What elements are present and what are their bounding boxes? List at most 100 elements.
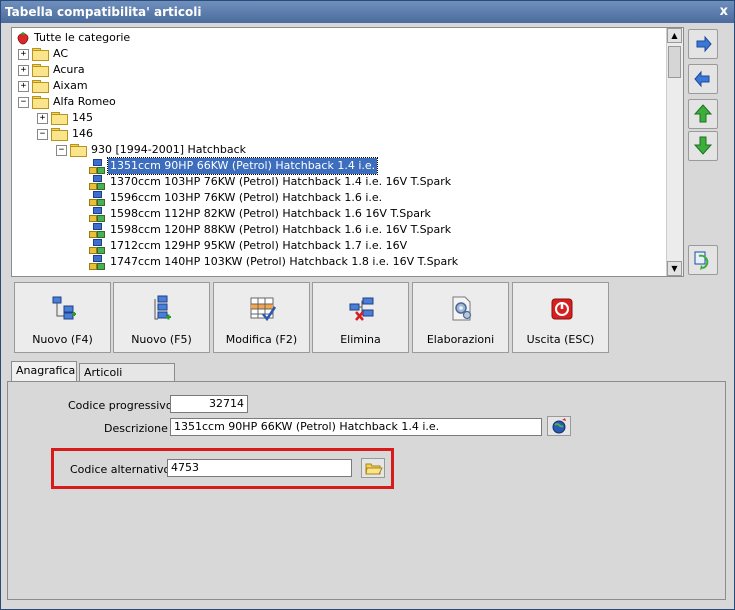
tree-node-ac[interactable]: + AC: [12, 46, 312, 62]
folder-open-icon: [365, 463, 383, 475]
tree-node-acura[interactable]: + Acura: [12, 62, 312, 78]
tab-articoli-collegati[interactable]: Articoli collegati: [79, 363, 175, 397]
elaborazioni-label: Elaborazioni: [426, 333, 495, 346]
codice-alternativo-field[interactable]: 4753: [167, 459, 352, 477]
nuovo-f4-button[interactable]: Nuovo (F4): [14, 282, 111, 353]
new-child-node-icon: [154, 295, 171, 320]
network-node-icon: [89, 175, 105, 190]
power-exit-icon: [551, 298, 573, 320]
network-node-icon: [89, 239, 105, 254]
tree-leaf-item[interactable]: 1598ccm 112HP 82KW (Petrol) Hatchback 1.…: [12, 206, 612, 222]
new-tree-node-icon: [52, 296, 76, 320]
folder-icon: [32, 96, 49, 109]
category-tree[interactable]: Tutte le categorie + AC + Acura + Aixam: [11, 27, 684, 277]
descrizione-label: Descrizione :: [104, 422, 176, 435]
tree-node-aixam[interactable]: + Aixam: [12, 78, 312, 94]
nuovo-f4-label: Nuovo (F4): [32, 333, 93, 346]
collapse-icon[interactable]: −: [56, 145, 67, 156]
move-left-button[interactable]: [688, 64, 718, 94]
modifica-label: Modifica (F2): [225, 333, 298, 346]
tab-anagrafica[interactable]: Anagrafica: [11, 361, 77, 382]
uscita-label: Uscita (ESC): [526, 333, 595, 346]
network-node-icon: [89, 191, 105, 206]
folder-icon: [51, 128, 68, 141]
nuovo-f5-button[interactable]: Nuovo (F5): [113, 282, 210, 353]
tree-leaf-item[interactable]: 1596ccm 103HP 76KW (Petrol) Hatchback 1.…: [12, 190, 612, 206]
tree-leaf-label: 1596ccm 103HP 76KW (Petrol) Hatchback 1.…: [110, 191, 383, 204]
tree-node-930-hatchback[interactable]: − 930 [1994-2001] Hatchback: [12, 142, 412, 158]
tree-leaf-label: 1747ccm 140HP 103KW (Petrol) Hatchback 1…: [110, 255, 459, 268]
window-title: Tabella compatibilita' articoli: [5, 5, 202, 19]
scroll-down-icon[interactable]: ▼: [667, 261, 682, 276]
strawberry-icon: [17, 32, 29, 45]
tree-leaf-label-selected: 1351ccm 90HP 66KW (Petrol) Hatchback 1.4…: [106, 157, 379, 175]
expand-icon[interactable]: +: [18, 81, 29, 92]
folder-icon: [32, 48, 49, 61]
title-bar: Tabella compatibilita' articoli x: [1, 1, 734, 23]
close-icon[interactable]: x: [720, 1, 728, 23]
arrow-left-icon: [694, 70, 710, 88]
tree-root-label: Tutte le categorie: [34, 31, 131, 44]
tree-leaf-label: 1712ccm 129HP 95KW (Petrol) Hatchback 1.…: [110, 239, 408, 252]
anagrafica-panel: [7, 381, 726, 600]
tree-node-label: 930 [1994-2001] Hatchback: [91, 143, 247, 156]
move-down-button[interactable]: [688, 131, 718, 161]
folder-icon: [32, 80, 49, 93]
network-node-icon: [89, 207, 105, 222]
delete-node-icon: [349, 297, 374, 321]
edit-grid-icon: [250, 297, 277, 322]
network-node-icon: [89, 159, 105, 174]
tree-leaf-item[interactable]: 1747ccm 140HP 103KW (Petrol) Hatchback 1…: [12, 254, 612, 270]
folder-icon: [70, 144, 87, 157]
uscita-button[interactable]: Uscita (ESC): [512, 282, 609, 353]
modifica-button[interactable]: Modifica (F2): [213, 282, 310, 353]
network-node-icon: [89, 255, 105, 270]
tree-node-label: 145: [72, 111, 93, 124]
collapse-icon[interactable]: −: [18, 97, 29, 108]
elimina-label: Elimina: [340, 333, 381, 346]
elimina-button[interactable]: Elimina: [312, 282, 409, 353]
codice-alternativo-label: Codice alternativo :: [70, 463, 178, 476]
move-right-button[interactable]: [688, 29, 718, 59]
nuovo-f5-label: Nuovo (F5): [131, 333, 192, 346]
move-up-button[interactable]: [688, 99, 718, 129]
codice-alternativo-browse-button[interactable]: [361, 458, 385, 478]
tree-node-alfa-romeo[interactable]: − Alfa Romeo: [12, 94, 312, 110]
tree-node-146[interactable]: − 146: [12, 126, 312, 142]
collapse-icon[interactable]: −: [37, 129, 48, 140]
arrow-down-icon: [693, 136, 713, 155]
tree-node-label: Aixam: [53, 79, 88, 92]
tree-node-145[interactable]: + 145: [12, 110, 312, 126]
network-node-icon: [89, 223, 105, 238]
expand-icon[interactable]: +: [18, 49, 29, 60]
tree-node-label: AC: [53, 47, 69, 60]
tree-leaf-item[interactable]: 1712ccm 129HP 95KW (Petrol) Hatchback 1.…: [12, 238, 612, 254]
tree-leaf-label: 1598ccm 120HP 88KW (Petrol) Hatchback 1.…: [110, 223, 452, 236]
process-gears-icon: [452, 296, 472, 321]
tree-scrollbar[interactable]: ▲ ▼: [666, 28, 683, 276]
tree-node-label: Acura: [53, 63, 85, 76]
scrollbar-thumb[interactable]: [668, 46, 681, 78]
expand-icon[interactable]: +: [37, 113, 48, 124]
tree-leaf-label: 1598ccm 112HP 82KW (Petrol) Hatchback 1.…: [110, 207, 431, 220]
tree-leaf-item[interactable]: 1370ccm 103HP 76KW (Petrol) Hatchback 1.…: [12, 174, 612, 190]
descrizione-lookup-button[interactable]: [547, 416, 571, 436]
arrow-right-icon: [696, 35, 712, 53]
expand-icon[interactable]: +: [18, 65, 29, 76]
tree-leaf-label: 1370ccm 103HP 76KW (Petrol) Hatchback 1.…: [110, 175, 452, 188]
descrizione-field[interactable]: 1351ccm 90HP 66KW (Petrol) Hatchback 1.4…: [170, 418, 542, 436]
codice-progressivo-label: Codice progressivo :: [68, 399, 180, 412]
tree-leaf-item[interactable]: 1351ccm 90HP 66KW (Petrol) Hatchback 1.4…: [12, 157, 612, 175]
compatibility-window: Tabella compatibilita' articoli x Tutte …: [0, 0, 735, 610]
globe-icon: [552, 418, 566, 434]
refresh-icon: [694, 251, 709, 270]
refresh-button[interactable]: [688, 245, 718, 275]
folder-icon: [32, 64, 49, 77]
tree-node-label: Alfa Romeo: [53, 95, 116, 108]
tree-leaf-item[interactable]: 1598ccm 120HP 88KW (Petrol) Hatchback 1.…: [12, 222, 612, 238]
codice-progressivo-field[interactable]: 32714: [170, 395, 248, 413]
scroll-up-icon[interactable]: ▲: [667, 28, 682, 43]
tree-node-label: 146: [72, 127, 93, 140]
arrow-up-icon: [693, 104, 713, 123]
elaborazioni-button[interactable]: Elaborazioni: [412, 282, 509, 353]
